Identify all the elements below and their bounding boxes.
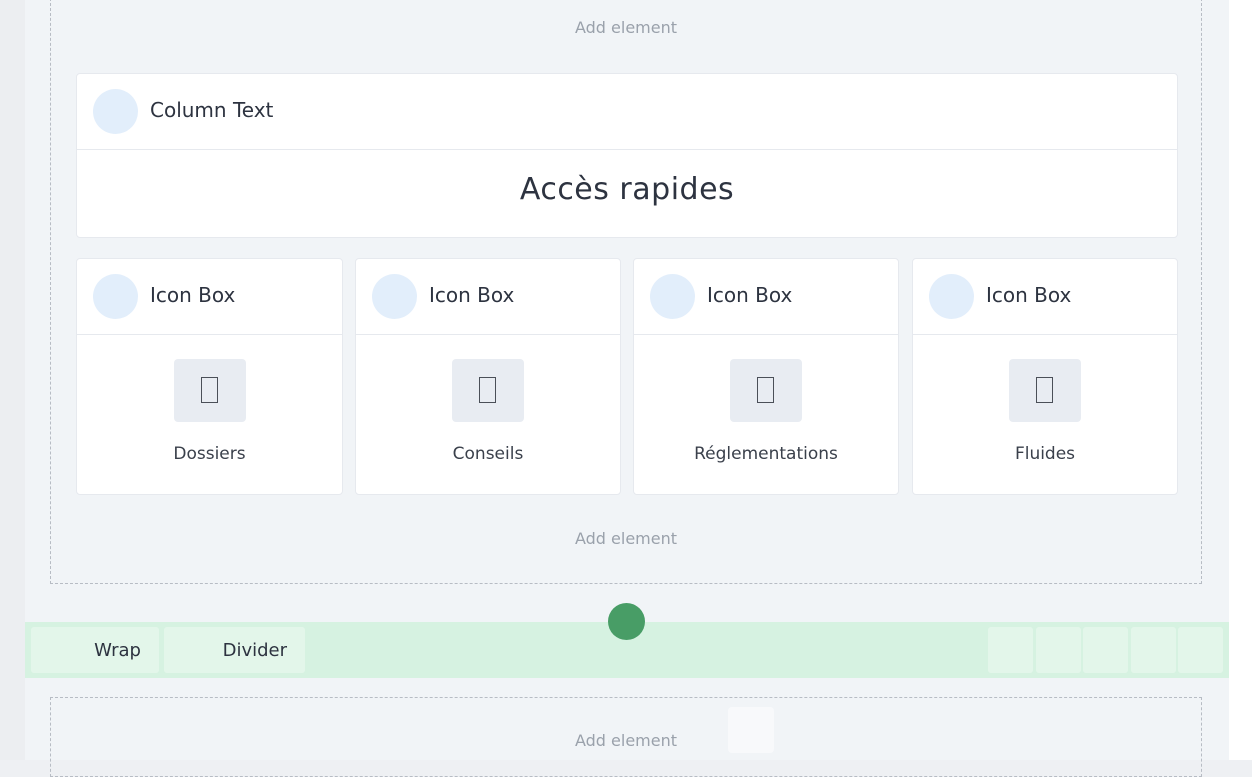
icon-box-conseils[interactable]: Icon Box Conseils	[355, 258, 621, 495]
icon-box-avatar	[650, 274, 695, 319]
placeholder-box-icon	[1036, 377, 1053, 403]
icon-box-avatar	[93, 274, 138, 319]
toolbar-action-1[interactable]	[988, 627, 1033, 673]
icon-box-avatar	[372, 274, 417, 319]
icon-tile	[1009, 359, 1081, 422]
icon-box-header: Icon Box	[356, 259, 620, 335]
icon-box-avatar	[929, 274, 974, 319]
section-heading: Accès rapides	[519, 172, 735, 207]
toolbar-action-4[interactable]	[1131, 627, 1176, 673]
icon-box-header: Icon Box	[913, 259, 1177, 335]
add-element-button-bottom[interactable]: Add element	[51, 731, 1201, 750]
icon-box-label: Fluides	[1014, 444, 1076, 464]
icon-tile	[730, 359, 802, 422]
icon-box-label: Réglementations	[694, 444, 838, 464]
toolbar-action-2[interactable]	[1036, 627, 1081, 673]
icon-box-label: Conseils	[452, 444, 524, 464]
section-dropzone-bottom: Add element	[50, 697, 1202, 777]
right-gutter	[1229, 0, 1252, 760]
icon-tile	[173, 359, 246, 422]
icon-tile	[452, 359, 524, 422]
ghost-control[interactable]	[728, 707, 774, 753]
column-text-title: Column Text	[150, 98, 274, 122]
icon-box-title: Icon Box	[707, 283, 793, 307]
icon-box-header: Icon Box	[77, 259, 342, 335]
left-gutter	[0, 0, 25, 760]
icon-box-dossiers[interactable]: Icon Box Dossiers	[76, 258, 343, 495]
add-element-button-middle[interactable]: Add element	[51, 529, 1201, 548]
icon-box-header: Icon Box	[634, 259, 898, 335]
divider-button[interactable]: Divider	[164, 627, 305, 673]
icon-box-label: Dossiers	[173, 444, 246, 464]
placeholder-box-icon	[757, 377, 774, 403]
placeholder-box-icon	[200, 377, 218, 403]
icon-box-title: Icon Box	[986, 283, 1072, 307]
toolbar-action-5[interactable]	[1178, 627, 1223, 673]
icon-box-reglementations[interactable]: Icon Box Réglementations	[633, 258, 899, 495]
icon-box-title: Icon Box	[429, 283, 515, 307]
column-text-header: Column Text	[77, 74, 1177, 150]
wrap-button[interactable]: Wrap	[31, 627, 159, 673]
section-dropzone-top: Add element Column Text Accès rapides Ic…	[50, 0, 1202, 584]
icon-box-title: Icon Box	[150, 283, 236, 307]
placeholder-box-icon	[479, 377, 496, 403]
icon-box-fluides[interactable]: Icon Box Fluides	[912, 258, 1178, 495]
drag-handle[interactable]	[608, 603, 645, 640]
add-element-button-top[interactable]: Add element	[51, 18, 1201, 37]
column-text-block[interactable]: Column Text Accès rapides	[76, 73, 1178, 238]
column-text-avatar	[93, 89, 138, 134]
toolbar-action-3[interactable]	[1083, 627, 1128, 673]
